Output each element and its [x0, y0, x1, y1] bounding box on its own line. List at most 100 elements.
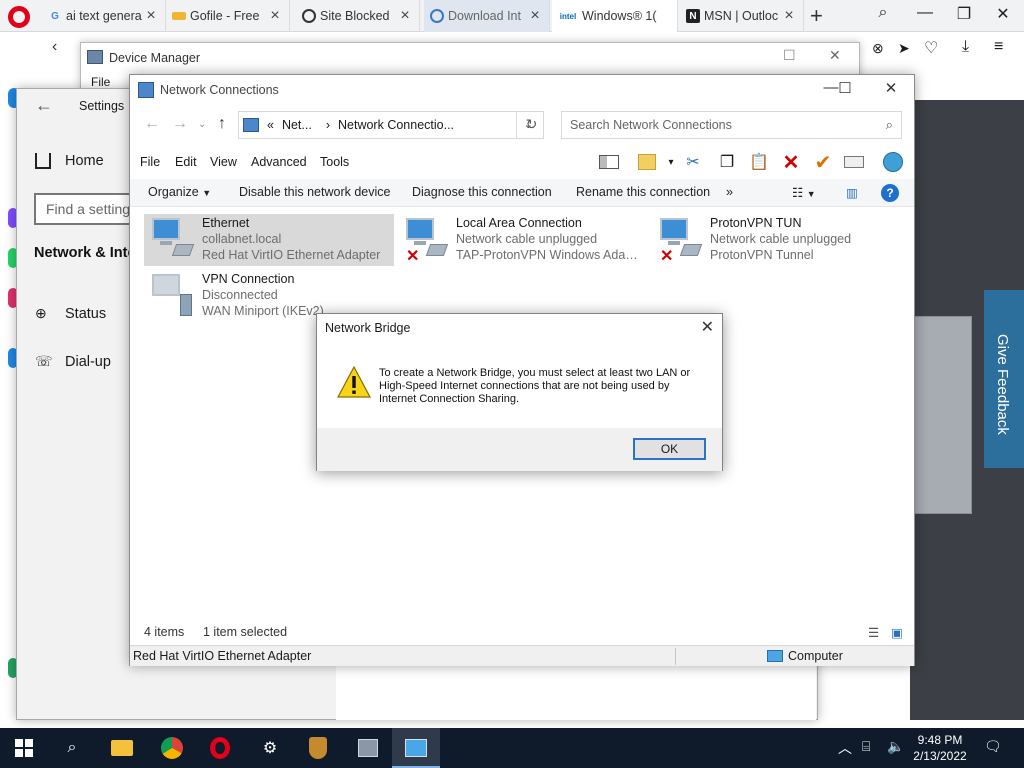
opera-icon[interactable] — [208, 736, 232, 760]
device-manager-icon[interactable] — [356, 736, 380, 760]
item-count: 4 items — [144, 625, 185, 639]
windows-start-icon[interactable] — [12, 736, 36, 760]
back-arrow-icon[interactable]: ← — [35, 95, 53, 116]
network-folder-icon — [243, 118, 259, 132]
menu-file[interactable]: File — [91, 75, 110, 89]
restore-icon[interactable]: ☐ — [783, 47, 796, 64]
cut-icon[interactable]: ✂ — [682, 151, 704, 173]
organize-button[interactable]: Organize ▼ — [148, 185, 211, 199]
close-icon[interactable]: × — [781, 7, 797, 25]
settings-home[interactable]: Home — [35, 153, 104, 169]
menu-icon[interactable]: ≡ — [994, 38, 1003, 56]
file-explorer-icon[interactable] — [110, 736, 134, 760]
settings-nav-status[interactable]: ⊕ Status — [35, 305, 106, 322]
volume-icon[interactable]: 🔈 — [887, 738, 904, 755]
back-icon[interactable]: ‹ — [52, 38, 57, 56]
ok-button[interactable]: OK — [633, 438, 706, 460]
home-icon — [35, 153, 51, 169]
menu-file[interactable]: File — [140, 155, 160, 169]
tab-download[interactable]: Download Int × — [424, 0, 550, 32]
clock[interactable]: 9:48 PM 2/13/2022 — [912, 732, 968, 764]
tab-windows[interactable]: intel Windows® 1( — [552, 0, 678, 32]
tiles-view-icon[interactable]: ▣ — [891, 625, 903, 640]
maximize-icon[interactable]: ☐ — [830, 79, 860, 97]
search-input[interactable]: Search Network Connections ⌕ — [561, 111, 902, 139]
close-icon[interactable]: × — [143, 7, 159, 25]
restore-icon[interactable]: ❐ — [949, 4, 979, 24]
details-view-icon[interactable]: ☰ — [868, 625, 879, 640]
recent-dropdown-icon[interactable]: ⌄ — [198, 119, 206, 130]
tab-site-blocked[interactable]: Site Blocked × — [296, 0, 420, 32]
more-commands-button[interactable]: » — [726, 185, 733, 199]
send-icon[interactable]: ➤ — [898, 40, 910, 57]
chevron-up-icon[interactable]: ︿ — [838, 738, 852, 758]
close-icon[interactable]: ✕ — [701, 317, 714, 337]
forward-icon[interactable]: → — [172, 115, 188, 133]
location-computer: Computer — [767, 649, 843, 663]
notifications-icon[interactable]: 🗨 — [984, 738, 1002, 755]
globe-icon[interactable] — [882, 151, 904, 173]
google-icon: G — [51, 10, 59, 22]
chrome-icon[interactable] — [160, 736, 184, 760]
network-tray-icon[interactable]: ⌸ — [862, 738, 870, 755]
close-window-icon[interactable]: ✕ — [988, 4, 1018, 24]
tab-msn[interactable]: N MSN | Outloc × — [680, 0, 804, 32]
delete-icon[interactable]: ✕ — [780, 151, 802, 174]
settings-nav-dialup[interactable]: ☏ Dial-up — [35, 353, 111, 370]
checkmark-icon[interactable]: ✔ — [812, 151, 834, 174]
breadcrumb-network[interactable]: Net... — [282, 118, 312, 132]
copy-icon[interactable]: ❐ — [716, 151, 738, 173]
breadcrumb-network-connections[interactable]: Network Connectio... — [338, 118, 454, 132]
menu-edit[interactable]: Edit — [175, 155, 197, 169]
settings-gear-icon[interactable]: ⚙ — [258, 736, 282, 760]
rename-connection-button[interactable]: Rename this connection — [576, 185, 710, 199]
chevron-down-icon[interactable]: ▾ — [660, 151, 682, 173]
disable-device-button[interactable]: Disable this network device — [239, 185, 390, 199]
opera-logo-icon[interactable] — [8, 6, 30, 28]
network-connections-icon[interactable] — [404, 736, 428, 760]
close-icon[interactable]: ✕ — [829, 47, 841, 64]
menu-tools[interactable]: Tools — [320, 155, 349, 169]
search-icon[interactable]: ⌕ — [60, 736, 84, 760]
diagnose-connection-button[interactable]: Diagnose this connection — [412, 185, 552, 199]
connection-local-area[interactable]: ✕ Local Area Connection Network cable un… — [398, 214, 648, 266]
tab-gofile[interactable]: Gofile - Free × — [166, 0, 290, 32]
device-manager-title: Device Manager — [109, 51, 201, 65]
folder-icon[interactable] — [636, 151, 658, 173]
breadcrumb[interactable]: « Net... › Network Connectio... ⌄ — [238, 111, 544, 139]
connection-protonvpn-tun[interactable]: ✕ ProtonVPN TUN Network cable unplugged … — [652, 214, 902, 266]
refresh-icon[interactable]: ↻ — [516, 111, 546, 139]
minimize-icon[interactable]: — — [910, 4, 940, 22]
new-tab-icon[interactable]: + — [810, 3, 823, 29]
heart-icon[interactable]: ♡ — [924, 38, 938, 58]
block-icon[interactable]: ⊗ — [872, 40, 884, 57]
properties-icon[interactable] — [843, 151, 865, 173]
menu-advanced[interactable]: Advanced — [251, 155, 307, 169]
back-icon[interactable]: ← — [144, 115, 160, 133]
find-setting-input[interactable]: Find a setting — [34, 193, 144, 225]
up-icon[interactable]: ↑ — [218, 115, 226, 133]
vpn-shield-icon[interactable] — [306, 736, 330, 760]
tab-ai-text[interactable]: G ai text genera × — [42, 0, 166, 32]
vpn-adapter-icon — [150, 272, 196, 320]
download-icon[interactable]: ⤓ — [962, 38, 969, 56]
paste-icon[interactable]: 📋 — [748, 151, 770, 173]
close-icon[interactable]: ✕ — [876, 79, 906, 97]
change-view-icon[interactable]: ☷ ▼ — [792, 185, 816, 200]
menu-view[interactable]: View — [210, 155, 237, 169]
connection-ethernet[interactable]: Ethernet collabnet.local Red Hat VirtIO … — [144, 214, 394, 266]
close-icon[interactable]: × — [527, 7, 543, 25]
site-blocked-icon — [302, 9, 316, 23]
preview-pane-icon[interactable] — [598, 151, 620, 173]
search-tabs-icon[interactable]: ⌕ — [868, 4, 898, 22]
close-icon[interactable]: × — [397, 7, 413, 25]
settings-section-title: Network & Inte — [34, 245, 136, 261]
command-bar: Organize ▼ Disable this network device D… — [130, 179, 914, 207]
help-icon[interactable]: ? — [881, 184, 899, 202]
close-icon[interactable]: × — [267, 7, 283, 25]
adapter-name: Red Hat VirtIO Ethernet Adapter — [133, 649, 312, 663]
give-feedback-tab[interactable]: Give Feedback — [984, 290, 1024, 468]
preview-pane-icon[interactable]: ▥ — [846, 185, 858, 200]
gofile-icon — [172, 12, 186, 20]
taskbar: ⌕ ⚙ ︿ ⌸ 🔈 9:48 PM 2/13/2022 🗨 — [0, 728, 1024, 768]
